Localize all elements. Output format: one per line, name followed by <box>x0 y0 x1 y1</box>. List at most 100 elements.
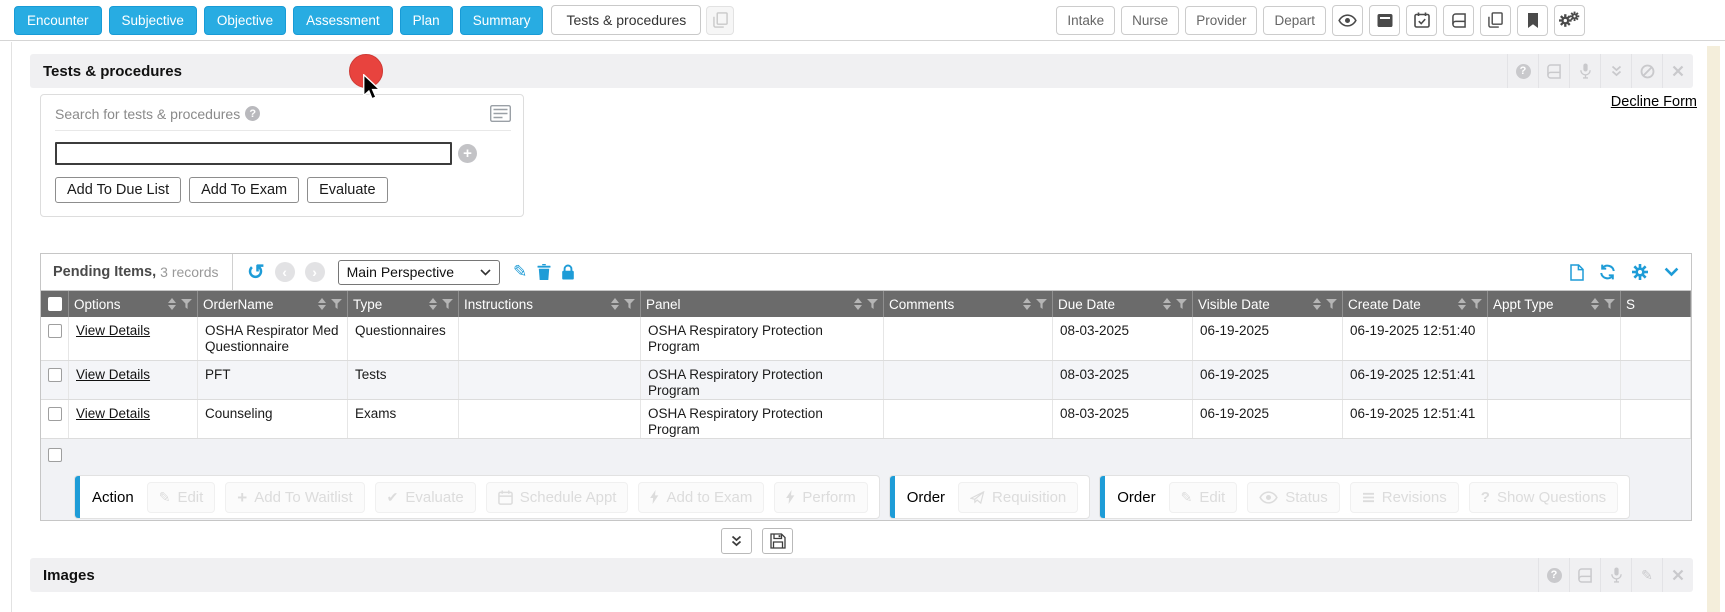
help-icon-button[interactable]: ? <box>1507 54 1538 88</box>
add-to-due-list-button[interactable]: Add To Due List <box>55 177 181 203</box>
archive-box-button[interactable] <box>1369 5 1400 36</box>
status-button[interactable]: Status <box>1247 482 1340 513</box>
new-file-icon[interactable] <box>1570 264 1584 281</box>
next-page-button[interactable]: › <box>305 262 325 282</box>
filter-icon[interactable] <box>1326 299 1337 309</box>
sort-filter-icons <box>318 298 342 310</box>
row-checkbox[interactable] <box>48 407 62 421</box>
perspective-select[interactable]: Main Perspective <box>338 260 500 285</box>
sort-icon[interactable] <box>429 298 437 310</box>
filter-icon[interactable] <box>181 299 192 309</box>
save-button[interactable] <box>762 528 793 554</box>
ban-icon-button[interactable] <box>1631 54 1662 88</box>
perform-button[interactable]: Perform <box>774 482 867 513</box>
column-label: Panel <box>646 297 854 312</box>
filter-icon[interactable] <box>624 299 635 309</box>
refresh-icon[interactable] <box>1599 264 1616 280</box>
edit-button[interactable]: ✎Edit <box>1169 482 1238 513</box>
bookmark-button[interactable] <box>1517 5 1548 36</box>
column-header-options: Options <box>69 291 198 317</box>
book-button[interactable] <box>1443 5 1474 36</box>
add-to-exam-button[interactable]: Add to Exam <box>638 482 764 513</box>
trash-icon[interactable] <box>537 264 551 280</box>
nav-button-plan[interactable]: Plan <box>400 6 453 35</box>
pending-title-cell: Pending Items, 3 records <box>41 254 233 290</box>
show-questions-button[interactable]: ?Show Questions <box>1469 482 1618 513</box>
filter-icon[interactable] <box>331 299 342 309</box>
view-details-link[interactable]: View Details <box>76 323 150 338</box>
view-details-link[interactable]: View Details <box>76 367 150 382</box>
edit-button[interactable]: ✎Edit <box>147 482 216 513</box>
list-icon[interactable] <box>490 105 511 122</box>
tab-copy-button[interactable] <box>706 6 734 35</box>
view-details-link[interactable]: View Details <box>76 406 150 421</box>
tab-tests-procedures[interactable]: Tests & procedures <box>551 5 701 35</box>
edit-pencil-icon[interactable]: ✎ <box>513 262 527 282</box>
stage-button-depart[interactable]: Depart <box>1263 6 1326 35</box>
collapse-button[interactable] <box>721 528 752 554</box>
add-to-waitlist-button[interactable]: +Add To Waitlist <box>225 482 364 513</box>
nav-button-objective[interactable]: Objective <box>204 6 286 35</box>
filter-icon[interactable] <box>1176 299 1187 309</box>
new-row-checkbox[interactable] <box>48 448 62 462</box>
row-checkbox[interactable] <box>48 324 62 338</box>
sort-filter-icons <box>1163 298 1187 310</box>
stage-button-nurse[interactable]: Nurse <box>1121 6 1179 35</box>
collapse-double-chevron-icon-button[interactable] <box>1600 54 1631 88</box>
help-icon[interactable]: ? <box>245 106 260 121</box>
filter-icon[interactable] <box>1471 299 1482 309</box>
pending-items-title: Pending Items, <box>53 264 156 280</box>
copy-pages-button[interactable] <box>1480 5 1511 36</box>
sort-icon[interactable] <box>168 298 176 310</box>
help-icon-button[interactable]: ? <box>1538 558 1569 592</box>
settings-gear-icon[interactable] <box>1631 263 1649 281</box>
book-icon-button[interactable] <box>1569 558 1600 592</box>
decline-form-link[interactable]: Decline Form <box>1611 94 1697 110</box>
filter-icon[interactable] <box>442 299 453 309</box>
nav-button-summary[interactable]: Summary <box>460 6 544 35</box>
column-header-visible-date: Visible Date <box>1193 291 1343 317</box>
sort-icon[interactable] <box>1023 298 1031 310</box>
stage-button-provider[interactable]: Provider <box>1185 6 1257 35</box>
revisions-button[interactable]: Revisions <box>1350 482 1459 513</box>
close-icon-button[interactable] <box>1662 54 1693 88</box>
book-icon-button[interactable] <box>1538 54 1569 88</box>
collapse-double-chevron-icon <box>730 535 743 547</box>
pencil-icon-button[interactable]: ✎ <box>1631 558 1662 592</box>
add-to-exam-button[interactable]: Add To Exam <box>189 177 299 203</box>
eye-button[interactable] <box>1332 5 1363 36</box>
prev-page-button[interactable]: ‹ <box>275 262 295 282</box>
select-all-checkbox[interactable] <box>48 297 62 311</box>
sort-icon[interactable] <box>318 298 326 310</box>
microphone-icon-button[interactable] <box>1600 558 1631 592</box>
stage-button-intake[interactable]: Intake <box>1056 6 1115 35</box>
nav-button-encounter[interactable]: Encounter <box>14 6 102 35</box>
filter-icon[interactable] <box>867 299 878 309</box>
lock-icon[interactable] <box>561 264 575 280</box>
cell-s <box>1621 317 1691 360</box>
evaluate-button[interactable]: Evaluate <box>307 177 387 203</box>
row-checkbox[interactable] <box>48 368 62 382</box>
filter-icon[interactable] <box>1036 299 1047 309</box>
cell-panel: OSHA Respiratory Protection Program <box>641 400 884 438</box>
requisition-button[interactable]: Requisition <box>958 482 1078 513</box>
nav-button-assessment[interactable]: Assessment <box>293 6 393 35</box>
sort-icon[interactable] <box>1163 298 1171 310</box>
undo-icon[interactable]: ↺ <box>247 262 265 283</box>
evaluate-button[interactable]: ✔Evaluate <box>375 482 476 513</box>
sort-icon[interactable] <box>611 298 619 310</box>
close-icon-button[interactable] <box>1662 558 1693 592</box>
sort-icon[interactable] <box>1313 298 1321 310</box>
gears-button[interactable] <box>1554 5 1585 36</box>
nav-button-subjective[interactable]: Subjective <box>109 6 197 35</box>
calendar-check-button[interactable] <box>1406 5 1437 36</box>
add-plus-icon[interactable]: + <box>458 144 477 163</box>
search-input[interactable] <box>55 142 452 165</box>
sort-icon[interactable] <box>854 298 862 310</box>
filter-icon[interactable] <box>1604 299 1615 309</box>
sort-icon[interactable] <box>1458 298 1466 310</box>
collapse-chevron-icon[interactable] <box>1664 267 1679 277</box>
sort-icon[interactable] <box>1591 298 1599 310</box>
microphone-icon-button[interactable] <box>1569 54 1600 88</box>
schedule-appt-button[interactable]: Schedule Appt <box>486 482 629 513</box>
